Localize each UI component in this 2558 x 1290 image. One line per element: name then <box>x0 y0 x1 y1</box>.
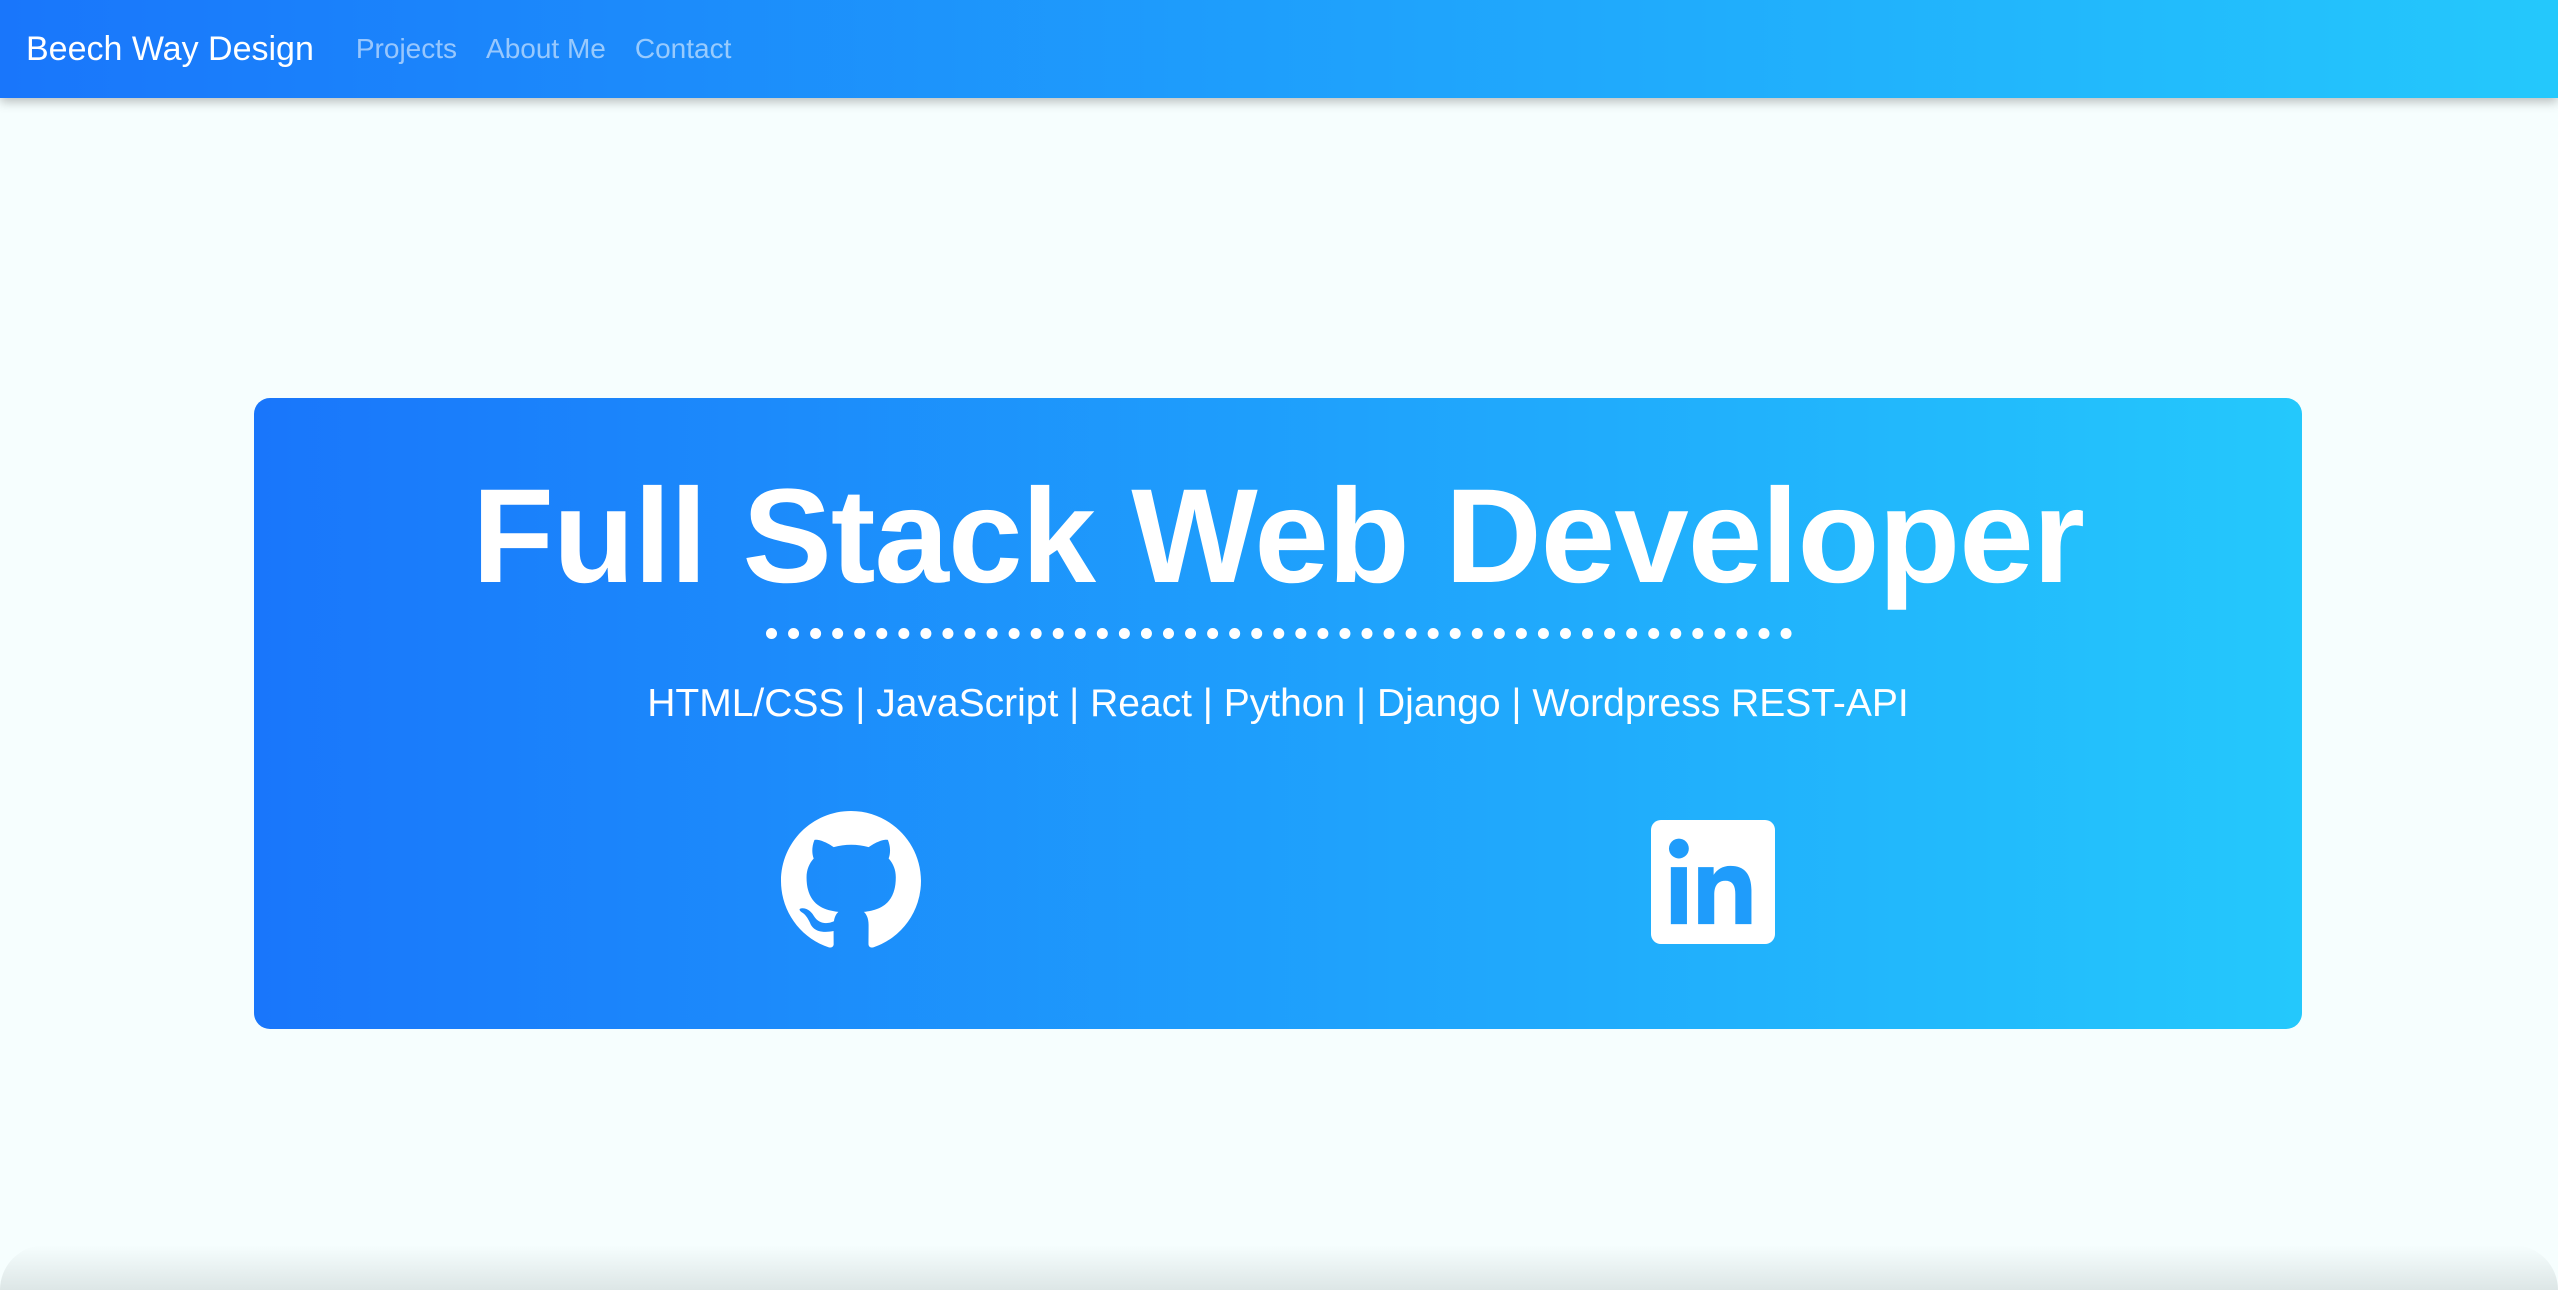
github-link[interactable] <box>781 811 921 951</box>
skills-list: HTML/CSS | JavaScript | React | Python |… <box>647 682 1909 725</box>
hero-card: Full Stack Web Developer HTML/CSS | Java… <box>254 398 2302 1029</box>
navbar: Beech Way Design Projects About Me Conta… <box>0 0 2558 98</box>
nav-link-projects[interactable]: Projects <box>356 33 457 65</box>
footer-shadow <box>0 1245 2558 1290</box>
hero-title: Full Stack Web Developer <box>472 462 2085 611</box>
linkedin-link[interactable] <box>1651 820 1775 944</box>
nav-link-contact[interactable]: Contact <box>635 33 732 65</box>
brand-link[interactable]: Beech Way Design <box>26 30 314 69</box>
dotted-divider <box>766 628 1792 639</box>
nav-link-about-me[interactable]: About Me <box>486 33 606 65</box>
linkedin-icon <box>1651 820 1775 944</box>
github-icon <box>781 811 921 948</box>
